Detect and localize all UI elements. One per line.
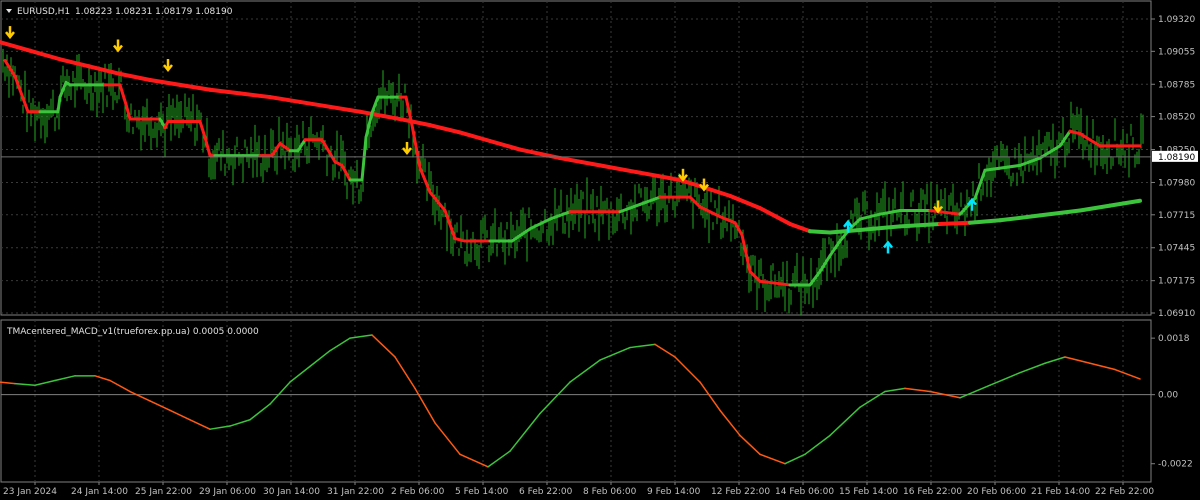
time-tick-label: 16 Feb 22:00 (903, 487, 962, 497)
symbol-label: EURUSD,H1 (17, 7, 70, 17)
price-tick-label: 1.08520 (1158, 113, 1195, 123)
tma-long-segment (968, 218, 1002, 225)
time-tick-label: 5 Feb 14:00 (455, 487, 509, 497)
time-tick-label: 14 Feb 06:00 (775, 487, 834, 497)
time-tick-label: 6 Feb 22:00 (519, 487, 573, 497)
trading-chart[interactable]: EURUSD,H1 1.08223 1.08231 1.08179 1.0819… (0, 0, 1200, 500)
price-tick-label: 1.07175 (1158, 277, 1195, 287)
tma-long-segment (898, 221, 942, 229)
price-tick-label: 1.06910 (1158, 309, 1195, 319)
current-price-tag: 1.08190 (1152, 150, 1198, 163)
time-tick-label: 29 Jan 06:00 (199, 487, 256, 497)
tma-long-segment (828, 228, 862, 235)
price-tick-label: 1.09320 (1158, 15, 1195, 25)
time-tick-label: 12 Feb 22:00 (711, 487, 770, 497)
tma-step-segment (56, 95, 62, 114)
time-tick-label: 24 Jan 14:00 (71, 487, 128, 497)
time-tick-label: 20 Feb 06:00 (967, 487, 1026, 497)
price-tick-label: 1.07445 (1158, 244, 1195, 254)
time-tick-label: 9 Feb 14:00 (647, 487, 701, 497)
chart-background (0, 0, 1200, 500)
indicator-title: TMAcentered_MACD_v1(trueforex.pp.ua) 0.0… (6, 327, 259, 337)
current-price-value: 1.08190 (1158, 153, 1195, 163)
tma-long-segment (938, 220, 972, 226)
macd-tick-label: -0.0022 (1158, 460, 1193, 470)
tma-long-segment (808, 229, 832, 235)
ohlc-values: 1.08223 1.08231 1.08179 1.08190 (75, 7, 233, 17)
macd-tick-label: 0.00 (1158, 391, 1178, 401)
time-tick-label: 22 Feb 22:00 (1095, 487, 1154, 497)
time-tick-label: 31 Jan 22:00 (327, 487, 384, 497)
chart-header: EURUSD,H1 1.08223 1.08231 1.08179 1.0819… (6, 7, 233, 17)
price-tick-label: 1.08785 (1158, 80, 1195, 90)
time-tick-label: 2 Feb 06:00 (391, 487, 445, 497)
time-tick-label: 23 Jan 2024 (3, 487, 57, 497)
time-tick-label: 30 Jan 14:00 (263, 487, 320, 497)
macd-tick-label: 0.0018 (1158, 334, 1190, 344)
time-tick-label: 15 Feb 14:00 (839, 487, 898, 497)
time-tick-label: 25 Jan 22:00 (135, 487, 192, 497)
price-tick-label: 1.07715 (1158, 211, 1195, 221)
price-tick-label: 1.07980 (1158, 178, 1195, 188)
price-tick-label: 1.09055 (1158, 47, 1195, 57)
time-tick-label: 8 Feb 06:00 (583, 487, 637, 497)
time-tick-label: 21 Feb 14:00 (1031, 487, 1090, 497)
